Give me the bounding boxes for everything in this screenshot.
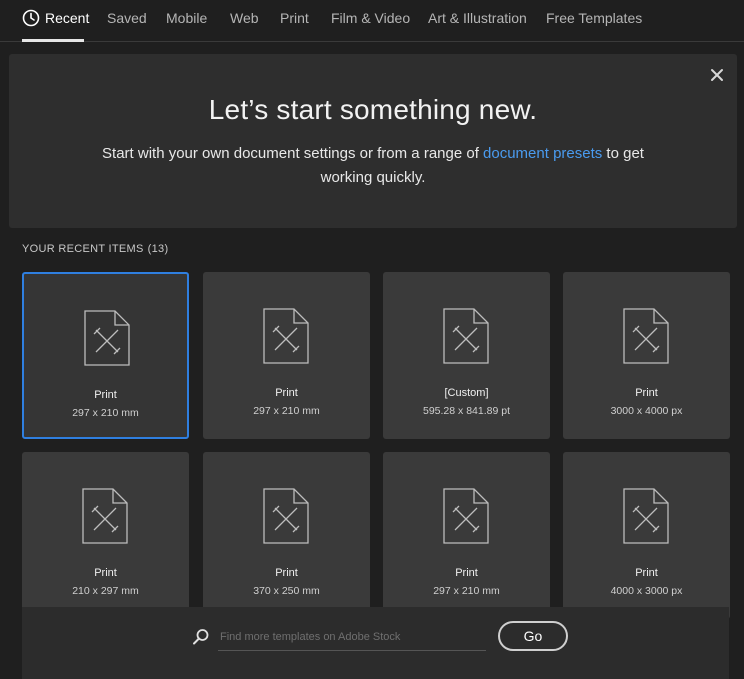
document-icon — [443, 488, 489, 544]
search-icon — [193, 629, 209, 645]
tab-mobile[interactable]: Mobile — [166, 0, 207, 36]
recent-item-card[interactable]: Print 297 x 210 mm — [203, 272, 370, 439]
tab-art-illustration[interactable]: Art & Illustration — [428, 0, 527, 36]
card-dimensions: 297 x 210 mm — [253, 405, 320, 417]
stock-search-input[interactable] — [218, 623, 486, 651]
recent-item-card[interactable]: Print 4000 x 3000 px — [563, 452, 730, 619]
card-title: Print — [635, 387, 658, 399]
tab-free-templates[interactable]: Free Templates — [546, 0, 642, 36]
document-icon — [263, 308, 309, 364]
stock-search-bar: Go — [22, 607, 729, 679]
card-title: [Custom] — [444, 387, 489, 399]
card-title: Print — [94, 389, 117, 401]
card-dimensions: 3000 x 4000 px — [610, 405, 683, 417]
card-title: Print — [275, 567, 298, 579]
recent-items-count: (13) — [147, 243, 169, 255]
document-icon — [623, 488, 669, 544]
tab-print[interactable]: Print — [280, 0, 309, 36]
card-title: Print — [275, 387, 298, 399]
card-dimensions: 4000 x 3000 px — [610, 585, 683, 597]
welcome-banner: Let’s start something new. Start with yo… — [9, 54, 737, 228]
clock-icon — [22, 9, 40, 27]
recent-item-card[interactable]: Print 210 x 297 mm — [22, 452, 189, 619]
card-dimensions: 210 x 297 mm — [72, 585, 139, 597]
document-icon — [443, 308, 489, 364]
document-icon — [623, 308, 669, 364]
recent-item-card[interactable]: Print 297 x 210 mm — [383, 452, 550, 619]
welcome-title: Let’s start something new. — [208, 94, 538, 125]
card-dimensions: 297 x 210 mm — [433, 585, 500, 597]
welcome-subtitle: Start with your own document settings or… — [89, 142, 657, 190]
card-title: Print — [94, 567, 117, 579]
recent-item-card[interactable]: [Custom] 595.28 x 841.89 pt — [383, 272, 550, 439]
recent-item-card[interactable]: Print 370 x 250 mm — [203, 452, 370, 619]
tab-recent[interactable]: Recent — [45, 0, 89, 36]
subtitle-text-before: Start with your own document settings or… — [102, 145, 484, 162]
tab-film-video[interactable]: Film & Video — [331, 0, 410, 36]
recent-item-card[interactable]: Print 3000 x 4000 px — [563, 272, 730, 439]
document-icon — [82, 488, 128, 544]
recent-items-header: YOUR RECENT ITEMS (13) — [22, 243, 168, 255]
card-title: Print — [635, 567, 658, 579]
document-icon — [84, 310, 130, 366]
card-dimensions: 297 x 210 mm — [72, 407, 139, 419]
tab-saved[interactable]: Saved — [107, 0, 147, 36]
document-icon — [263, 488, 309, 544]
tab-bar: Recent Saved Mobile Web Print Film & Vid… — [0, 0, 744, 42]
tab-web[interactable]: Web — [230, 0, 259, 36]
recent-items-label: YOUR RECENT ITEMS — [22, 243, 144, 255]
close-icon[interactable] — [709, 67, 725, 83]
recent-item-card[interactable]: Print 297 x 210 mm — [22, 272, 189, 439]
card-dimensions: 595.28 x 841.89 pt — [423, 405, 510, 417]
active-tab-indicator — [22, 39, 84, 42]
card-title: Print — [455, 567, 478, 579]
go-button[interactable]: Go — [498, 621, 568, 651]
card-dimensions: 370 x 250 mm — [253, 585, 320, 597]
document-presets-link[interactable]: document presets — [483, 145, 602, 162]
